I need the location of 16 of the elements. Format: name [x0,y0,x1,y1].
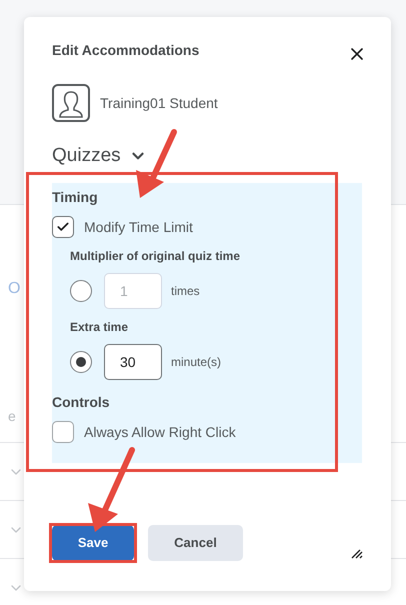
number-field[interactable]: 30 [104,344,162,380]
option-label: Extra time [70,319,130,336]
checkbox-label: Modify Time Limit [84,218,193,237]
checkbox-label: Always Allow Right Click [84,422,236,442]
save-button[interactable]: Save [52,525,134,561]
section-toggle[interactable]: Quizzes [52,146,147,165]
dialog-title: Edit Accommodations [52,40,200,60]
page-text: e [8,409,16,423]
group-heading: Timing [52,188,99,207]
option-label: Multiplier of original quiz time [70,248,241,265]
user-name: Training01 Student [100,94,218,113]
unit-label: times [171,283,200,300]
cancel-button[interactable]: Cancel [148,525,243,561]
unit-label: minute(s) [171,354,222,371]
page-text: O [8,281,20,297]
group-heading: Controls [52,393,111,412]
